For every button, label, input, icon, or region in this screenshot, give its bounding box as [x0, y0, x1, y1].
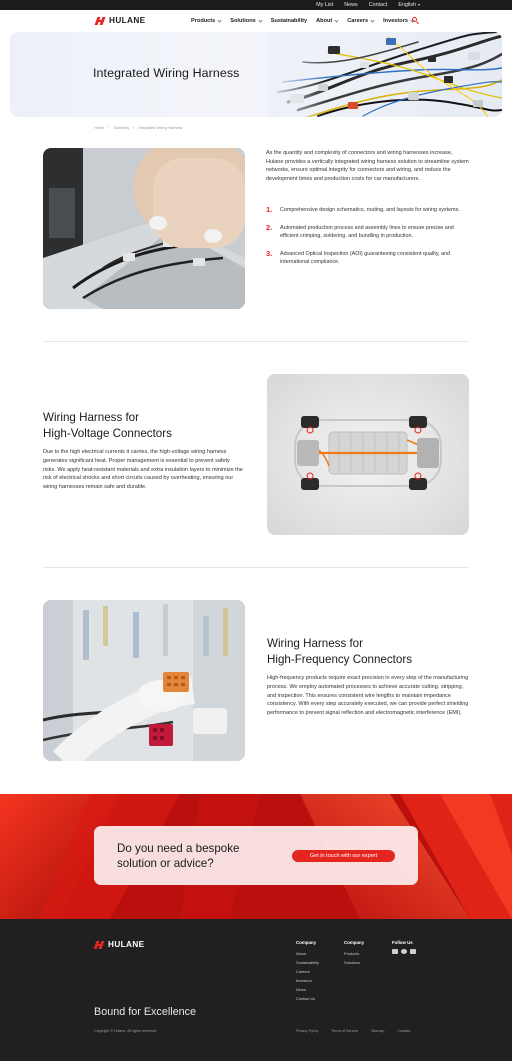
- nav-menu: Products Solutions Sustainability About …: [191, 10, 415, 32]
- linkedin-icon[interactable]: [392, 949, 398, 954]
- nav-item-sustainability[interactable]: Sustainability: [271, 18, 307, 24]
- nav-item-investors[interactable]: Investors: [383, 17, 415, 24]
- hv-title-line2: High-Voltage Connectors: [43, 426, 172, 440]
- nav-label: Sustainability: [270, 18, 308, 24]
- social-links: [392, 949, 416, 954]
- brand-name: HULANE: [109, 16, 146, 25]
- chevron-down-icon: [370, 17, 375, 23]
- contact-expert-button[interactable]: Get in touch with our expert: [292, 850, 395, 862]
- breadcrumb: Home › Solutions › Integrated Wiring Har…: [94, 126, 182, 130]
- nav-label: Solutions: [230, 18, 256, 24]
- connector-inspection-photo: [43, 600, 245, 761]
- news-link[interactable]: News: [344, 0, 357, 10]
- hf-section-text: High-frequency products require exact pr…: [267, 675, 469, 717]
- list-item: 3. Advanced Optical Inspection (AOI) gua…: [266, 248, 469, 267]
- nav-label: Products: [191, 18, 216, 24]
- privacy-policy-link[interactable]: Privacy Policy: [296, 1029, 318, 1033]
- list-item: 1. Comprehensive design schematics, rout…: [266, 206, 469, 215]
- nav-item-about[interactable]: About: [316, 17, 339, 24]
- footer-link-about[interactable]: About: [296, 949, 319, 958]
- hf-title-line2: High-Frequency Connectors: [267, 652, 412, 666]
- chevron-down-icon: [418, 4, 420, 6]
- language-selector[interactable]: English: [398, 0, 420, 10]
- nav-label: Careers: [347, 18, 369, 24]
- search-icon[interactable]: [412, 17, 419, 24]
- breadcrumb-separator-icon: ›: [133, 126, 135, 130]
- cta-question-line2: solution or advice?: [117, 857, 214, 870]
- section-divider: [43, 567, 469, 568]
- breadcrumb-home[interactable]: Home: [94, 126, 104, 130]
- footer-link-careers[interactable]: Careers: [296, 967, 319, 976]
- hv-section-text: Due to the high electrical currents it c…: [43, 449, 243, 491]
- copyright-text: Copyright © Hulane. All rights reserved.: [94, 1029, 157, 1033]
- youtube-icon[interactable]: [410, 949, 416, 954]
- ev-chassis-photo: [267, 374, 469, 535]
- hf-title-line1: Wiring Harness for: [267, 637, 363, 650]
- footer-link-products[interactable]: Products: [344, 949, 364, 958]
- nav-label: Investors: [383, 18, 408, 24]
- feature-list: 1. Comprehensive design schematics, rout…: [266, 206, 469, 276]
- terms-link[interactable]: Terms of Service: [331, 1029, 358, 1033]
- feature-number: 1.: [266, 205, 273, 214]
- cta-question: Do you need a bespoke solution or advice…: [117, 841, 277, 871]
- footer-link-contact[interactable]: Contact Us: [296, 994, 319, 1003]
- footer-column-heading: Follow Us: [392, 940, 413, 945]
- cta-card: Do you need a bespoke solution or advice…: [94, 826, 418, 885]
- footer-link-investors[interactable]: Investors: [296, 976, 319, 985]
- footer-link-news[interactable]: News: [296, 985, 319, 994]
- my-list-link[interactable]: My List: [316, 0, 333, 10]
- page-title: Integrated Wiring Harness: [93, 66, 240, 80]
- footer-column-offerings: Company Products Solutions: [344, 940, 364, 967]
- footer-column-company: Company About Sustainability Careers Inv…: [296, 940, 319, 1003]
- cta-banner: Do you need a bespoke solution or advice…: [0, 794, 512, 919]
- list-item: 2. Automated production process and asse…: [266, 222, 469, 241]
- site-footer: HULANE Company About Sustainability Care…: [0, 919, 512, 1061]
- hv-title-line1: Wiring Harness for: [43, 411, 139, 424]
- legal-links: Privacy Policy Terms of Service Sitemap …: [296, 1029, 410, 1033]
- footer-brand-name: HULANE: [108, 940, 145, 949]
- utility-bar: My List News Contact English: [0, 0, 512, 10]
- feature-text: Comprehensive design schematics, routing…: [280, 207, 460, 213]
- nav-label: About: [316, 18, 333, 24]
- feature-number: 2.: [266, 222, 273, 232]
- cta-question-line1: Do you need a bespoke: [117, 842, 240, 855]
- section-divider: [43, 341, 469, 342]
- hero-banner: Integrated Wiring Harness: [10, 32, 502, 117]
- nav-item-careers[interactable]: Careers: [347, 17, 375, 24]
- main-nav: HULANE Products Solutions Sustainability…: [0, 10, 512, 32]
- logo-mark-icon: [93, 940, 105, 949]
- intro-paragraph: As the quantity and complexity of connec…: [266, 150, 469, 183]
- footer-column-heading: Company: [344, 940, 365, 945]
- breadcrumb-solutions[interactable]: Solutions: [113, 126, 129, 130]
- hf-section-title: Wiring Harness for High-Frequency Connec…: [267, 636, 412, 667]
- footer-logo[interactable]: HULANE: [93, 940, 145, 949]
- footer-column-follow: Follow Us: [392, 940, 416, 954]
- breadcrumb-separator-icon: ›: [108, 126, 110, 130]
- footer-link-sustainability[interactable]: Sustainability: [296, 958, 319, 967]
- logo-mark-icon: [94, 16, 106, 25]
- chevron-down-icon: [334, 17, 339, 23]
- nav-item-products[interactable]: Products: [191, 17, 222, 24]
- utility-links: My List News Contact English: [316, 0, 420, 10]
- wechat-icon[interactable]: [401, 949, 407, 954]
- feature-number: 3.: [266, 248, 273, 258]
- wiring-harness-image: [268, 32, 502, 117]
- footer-column-heading: Company: [296, 940, 317, 945]
- footer-tagline: Bound for Excellence: [94, 1006, 197, 1018]
- nav-item-solutions[interactable]: Solutions: [230, 17, 263, 24]
- brand-logo[interactable]: HULANE: [94, 16, 146, 25]
- sitemap-link[interactable]: Sitemap: [371, 1029, 384, 1033]
- language-label: English: [398, 2, 416, 8]
- worker-assembly-photo: [43, 148, 245, 309]
- chevron-down-icon: [217, 17, 222, 23]
- footer-link-solutions[interactable]: Solutions: [344, 958, 364, 967]
- chevron-down-icon: [258, 17, 263, 23]
- cookies-link[interactable]: Cookies: [397, 1029, 410, 1033]
- hv-section-title: Wiring Harness for High-Voltage Connecto…: [43, 410, 172, 441]
- feature-text: Automated production process and assembl…: [280, 224, 454, 240]
- contact-link[interactable]: Contact: [369, 0, 388, 10]
- feature-text: Advanced Optical Inspection (AOI) guaran…: [280, 250, 451, 266]
- breadcrumb-current: Integrated Wiring Harness: [138, 126, 183, 130]
